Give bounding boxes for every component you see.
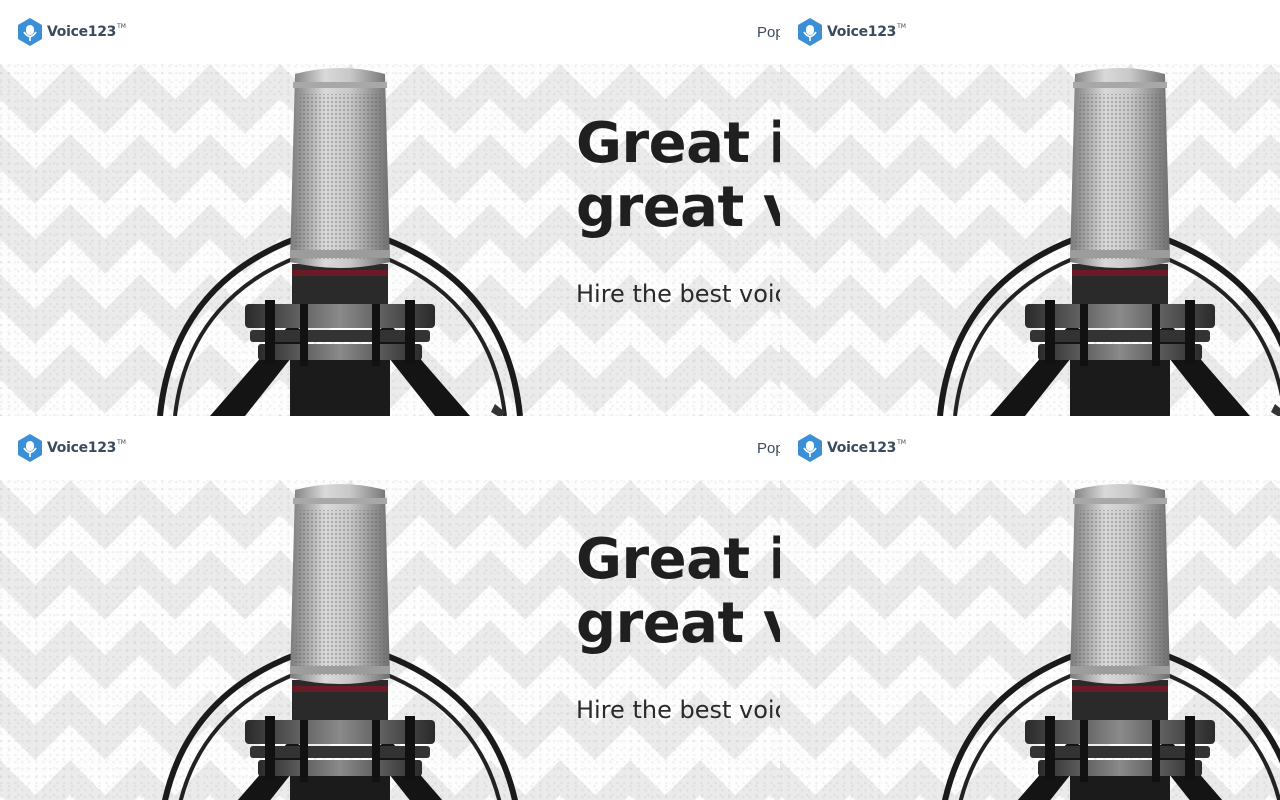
hero-subheadline: Hire the best voice (576, 280, 780, 308)
hero-headline: Great ic great vo (576, 528, 780, 656)
microphone-hexagon-icon (798, 434, 822, 462)
trademark-mark: TM (117, 22, 126, 30)
headline-line-1: Great ic (576, 527, 780, 592)
brand-name: Voice123 (827, 24, 897, 40)
site-header: Voice123 TM Pop (0, 416, 780, 480)
studio-microphone-image (150, 480, 530, 800)
microphone-hexagon-icon (18, 18, 42, 46)
viewport-tile-bottom-right: Voice123 TM (780, 416, 1280, 800)
microphone-hexagon-icon (798, 18, 822, 46)
hero-subheadline: Hire the best voice (576, 696, 780, 724)
voice123-logo-link[interactable]: Voice123 TM (16, 433, 126, 463)
viewport-tile-bottom-left: Voice123TM Pop Great ic great vo Hire th… (0, 416, 780, 800)
voice123-logo-link[interactable]: Voice123 TM (796, 17, 906, 47)
studio-microphone-image (930, 64, 1280, 416)
nav-item-partial[interactable]: Pop (757, 440, 780, 457)
headline-line-1: Great ic (576, 111, 780, 176)
headline-line-2: great vo (576, 591, 780, 656)
brand-name: Voice123 (47, 440, 117, 456)
nav-item-partial[interactable]: Pop (757, 24, 780, 41)
brand-name: Voice123 (47, 24, 117, 40)
site-header: Voice123 TM Pop (0, 0, 780, 64)
viewport-tile-top-right: Voice123 TM (780, 0, 1280, 416)
headline-line-2: great vo (576, 175, 780, 240)
site-header: Voice123 TM (780, 416, 1280, 480)
viewport-tile-top-left: Voice123TM Pop Great ic great vo Hire th… (0, 0, 780, 416)
voice123-logo-link[interactable]: Voice123 TM (16, 17, 126, 47)
studio-microphone-image (150, 64, 530, 416)
trademark-mark: TM (897, 438, 906, 446)
studio-microphone-image (930, 480, 1280, 800)
microphone-hexagon-icon (18, 434, 42, 462)
voice123-logo-link[interactable]: Voice123 TM (796, 433, 906, 463)
site-header: Voice123 TM (780, 0, 1280, 64)
trademark-mark: TM (897, 22, 906, 30)
trademark-mark: TM (117, 438, 126, 446)
hero-headline: Great ic great vo (576, 112, 780, 240)
brand-name: Voice123 (827, 440, 897, 456)
